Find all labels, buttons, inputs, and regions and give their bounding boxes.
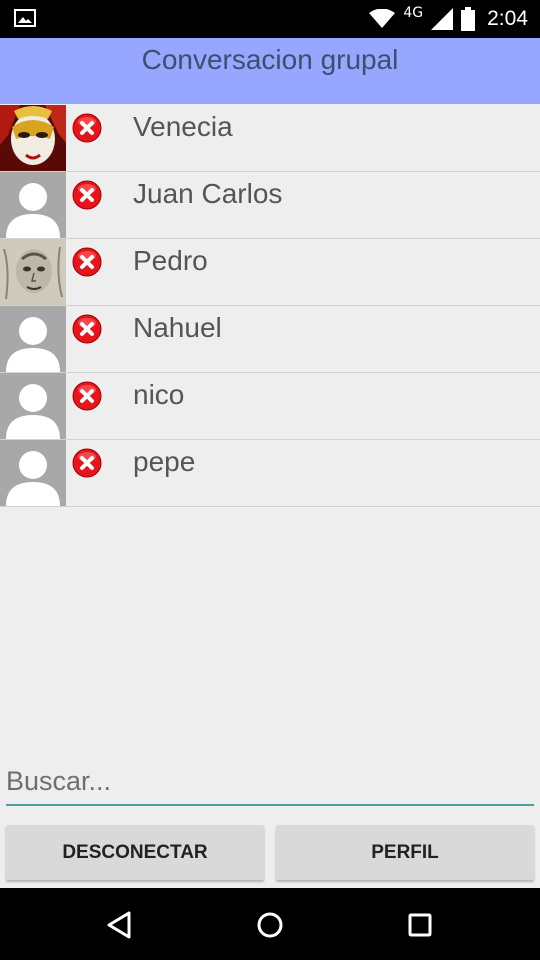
contact-row-pedro[interactable]: Pedro [0, 239, 540, 306]
app-title-bar: Conversacion grupal [0, 38, 540, 104]
contact-name: Pedro [133, 245, 208, 276]
remove-contact-icon[interactable] [72, 381, 102, 411]
contact-name: Venecia [133, 111, 233, 142]
home-icon[interactable] [255, 910, 285, 940]
recents-icon[interactable] [405, 910, 435, 940]
wifi-icon [369, 9, 396, 28]
profile-button[interactable]: PERFIL [276, 825, 534, 880]
system-nav-bar [0, 888, 540, 960]
network-type-label: 4G [403, 5, 424, 21]
remove-contact-icon[interactable] [72, 180, 102, 210]
contact-row-nico[interactable]: nico [0, 373, 540, 440]
contact-list: Venecia Juan Carlos Pedro Nahuel nico pe… [0, 105, 540, 507]
search-input[interactable] [6, 758, 534, 806]
contact-name: Juan Carlos [133, 178, 283, 209]
default-avatar-icon [0, 440, 66, 506]
contact-name: pepe [133, 446, 196, 477]
contact-row-juan-carlos[interactable]: Juan Carlos [0, 172, 540, 239]
contact-row-venecia[interactable]: Venecia [0, 105, 540, 172]
status-bar: 4G 2:04 [0, 0, 540, 38]
clock: 2:04 [487, 7, 528, 30]
gallery-icon [14, 9, 36, 27]
remove-contact-icon[interactable] [72, 448, 102, 478]
battery-icon [461, 7, 476, 31]
default-avatar-icon [0, 373, 66, 439]
contact-row-nahuel[interactable]: Nahuel [0, 306, 540, 373]
signal-icon [431, 8, 454, 30]
venetian-mask-avatar [0, 105, 66, 171]
contact-name: nico [133, 379, 185, 410]
contact-row-pepe[interactable]: pepe [0, 440, 540, 507]
remove-contact-icon[interactable] [72, 247, 102, 277]
page-title: Conversacion grupal [141, 44, 399, 75]
default-avatar-icon [0, 172, 66, 238]
contact-name: Nahuel [133, 312, 222, 343]
default-avatar-icon [0, 306, 66, 372]
remove-contact-icon[interactable] [72, 113, 102, 143]
back-icon[interactable] [105, 910, 135, 940]
disconnect-button[interactable]: DESCONECTAR [6, 825, 264, 880]
remove-contact-icon[interactable] [72, 314, 102, 344]
sketch-face-avatar [0, 239, 66, 305]
